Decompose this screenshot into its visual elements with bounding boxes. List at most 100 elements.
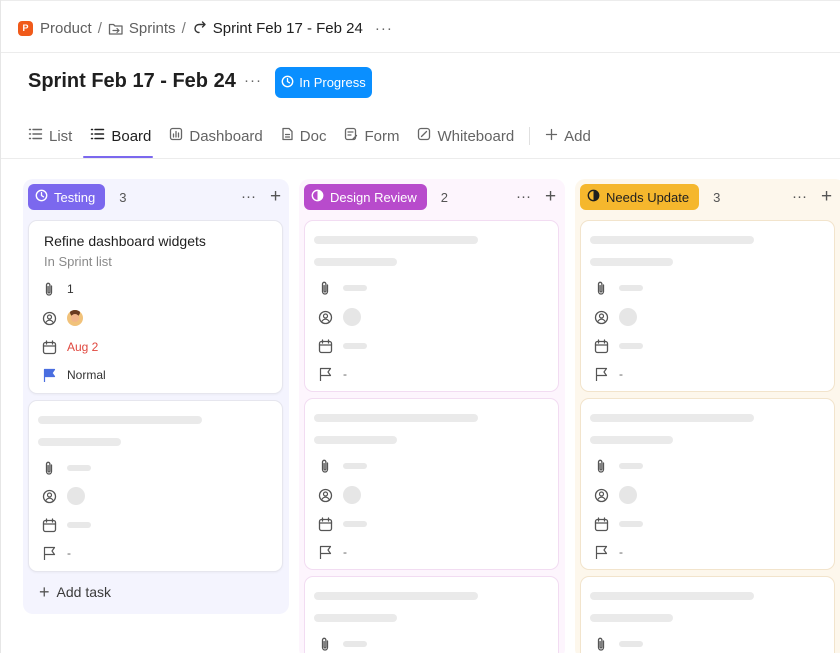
breadcrumb-separator: /	[97, 19, 102, 37]
flag-outline-icon	[317, 366, 333, 382]
column-actions: ··· +	[241, 187, 281, 206]
skeleton-line	[590, 414, 754, 422]
tab-board[interactable]: Board	[90, 127, 151, 145]
plus-icon	[545, 128, 558, 145]
breadcrumb-separator: /	[181, 19, 186, 37]
status-group-pill[interactable]: Testing	[28, 184, 106, 210]
empty-priority: -	[67, 546, 71, 560]
add-view-label: Add	[564, 127, 591, 145]
paperclip-icon	[317, 636, 333, 652]
column-more-button[interactable]: ···	[792, 188, 807, 205]
tabs-divider	[1, 158, 840, 159]
add-task-label: Add task	[56, 584, 111, 600]
paperclip-icon	[41, 460, 57, 476]
window-top-edge	[0, 0, 840, 1]
skeleton-value	[619, 285, 643, 291]
tab-label: Doc	[299, 127, 327, 145]
sprints-folder-icon	[108, 21, 124, 36]
breadcrumb-current-sprint[interactable]: Sprint Feb 17 - Feb 24	[213, 20, 363, 37]
window-left-edge	[0, 0, 1, 653]
column-more-button[interactable]: ···	[516, 188, 531, 205]
assignee-row[interactable]	[41, 309, 83, 327]
skeleton-avatar	[619, 308, 637, 326]
skeleton-line	[38, 438, 121, 446]
task-list-name: In Sprint list	[44, 254, 112, 269]
column-add-button[interactable]: +	[270, 187, 281, 206]
skeleton-line	[314, 614, 397, 622]
skeleton-value	[619, 641, 643, 647]
tab-form[interactable]: Form	[344, 127, 399, 145]
tab-doc[interactable]: Doc	[281, 127, 327, 145]
due-date-row[interactable]: Aug 2	[41, 338, 98, 356]
flag-outline-icon	[593, 366, 609, 382]
status-badge[interactable]: In Progress	[275, 67, 372, 98]
column-more-button[interactable]: ···	[241, 188, 256, 205]
assignee-avatar[interactable]	[67, 310, 83, 326]
skeleton-row: -	[41, 544, 71, 562]
board-icon	[90, 127, 105, 145]
flag-outline-icon	[317, 544, 333, 560]
skeleton-row	[593, 279, 643, 297]
column-name: Testing	[54, 189, 96, 205]
skeleton-row	[41, 487, 85, 505]
skeleton-row	[317, 457, 367, 475]
status-group-pill[interactable]: Needs Update	[580, 184, 700, 210]
calendar-icon	[41, 517, 57, 533]
column-add-button[interactable]: +	[821, 187, 832, 206]
paperclip-icon	[593, 280, 609, 296]
skeleton-row	[593, 515, 643, 533]
tab-whiteboard[interactable]: Whiteboard	[417, 127, 514, 145]
priority-row[interactable]: Normal	[41, 366, 106, 384]
skeleton-row	[593, 635, 643, 653]
task-card[interactable]: Refine dashboard widgets In Sprint list …	[28, 220, 283, 394]
skeleton-line	[314, 236, 478, 244]
skeleton-value	[67, 465, 91, 471]
skeleton-line	[314, 258, 397, 266]
skeleton-row	[317, 279, 367, 297]
title-more-button[interactable]: ···	[244, 72, 262, 89]
flag-icon	[41, 367, 57, 383]
paperclip-icon	[317, 280, 333, 296]
tab-label: Whiteboard	[437, 127, 515, 145]
skeleton-row: -	[593, 543, 623, 561]
status-label: In Progress	[299, 75, 366, 90]
status-group-pill[interactable]: Design Review	[304, 184, 427, 210]
skeleton-line	[590, 436, 673, 444]
calendar-icon	[317, 338, 333, 354]
skeleton-row: -	[593, 365, 623, 383]
skeleton-avatar	[343, 486, 361, 504]
column-add-button[interactable]: +	[545, 187, 556, 206]
loading-task-card: -	[28, 400, 283, 572]
column-actions: ··· +	[516, 187, 556, 206]
task-title[interactable]: Refine dashboard widgets	[44, 233, 206, 249]
column-header: Needs Update 3	[580, 184, 720, 210]
tab-dashboard[interactable]: Dashboard	[169, 127, 263, 145]
tab-list[interactable]: List	[28, 127, 72, 145]
board-column-needs-update: Needs Update 3 ··· + - -	[575, 179, 840, 653]
skeleton-value	[67, 522, 91, 528]
breadcrumb-sprints[interactable]: Sprints	[129, 20, 176, 37]
breadcrumb-more-button[interactable]: ···	[375, 20, 393, 37]
column-name: Design Review	[330, 189, 417, 205]
skeleton-value	[343, 343, 367, 349]
testing-status-icon	[35, 189, 48, 205]
add-task-button[interactable]: + Add task	[39, 582, 111, 602]
paperclip-icon	[593, 636, 609, 652]
user-circle-icon	[593, 309, 609, 325]
skeleton-row	[317, 308, 361, 326]
skeleton-row	[41, 459, 91, 477]
skeleton-line	[314, 436, 397, 444]
breadcrumb-product[interactable]: Product	[40, 20, 92, 37]
plus-icon: +	[39, 582, 50, 602]
loading-task-card: -	[304, 220, 559, 392]
breadcrumb: P Product / Sprints / Sprint Feb 17 - Fe…	[18, 17, 393, 39]
loading-task-card	[304, 576, 559, 653]
sprint-icon	[192, 20, 208, 36]
attachments-row[interactable]: 1	[41, 280, 74, 298]
tab-label: Dashboard	[189, 127, 263, 145]
tab-label: Board	[111, 127, 152, 145]
skeleton-value	[343, 641, 367, 647]
add-view-button[interactable]: Add	[545, 128, 591, 145]
space-badge[interactable]: P	[18, 20, 33, 36]
skeleton-line	[314, 414, 478, 422]
